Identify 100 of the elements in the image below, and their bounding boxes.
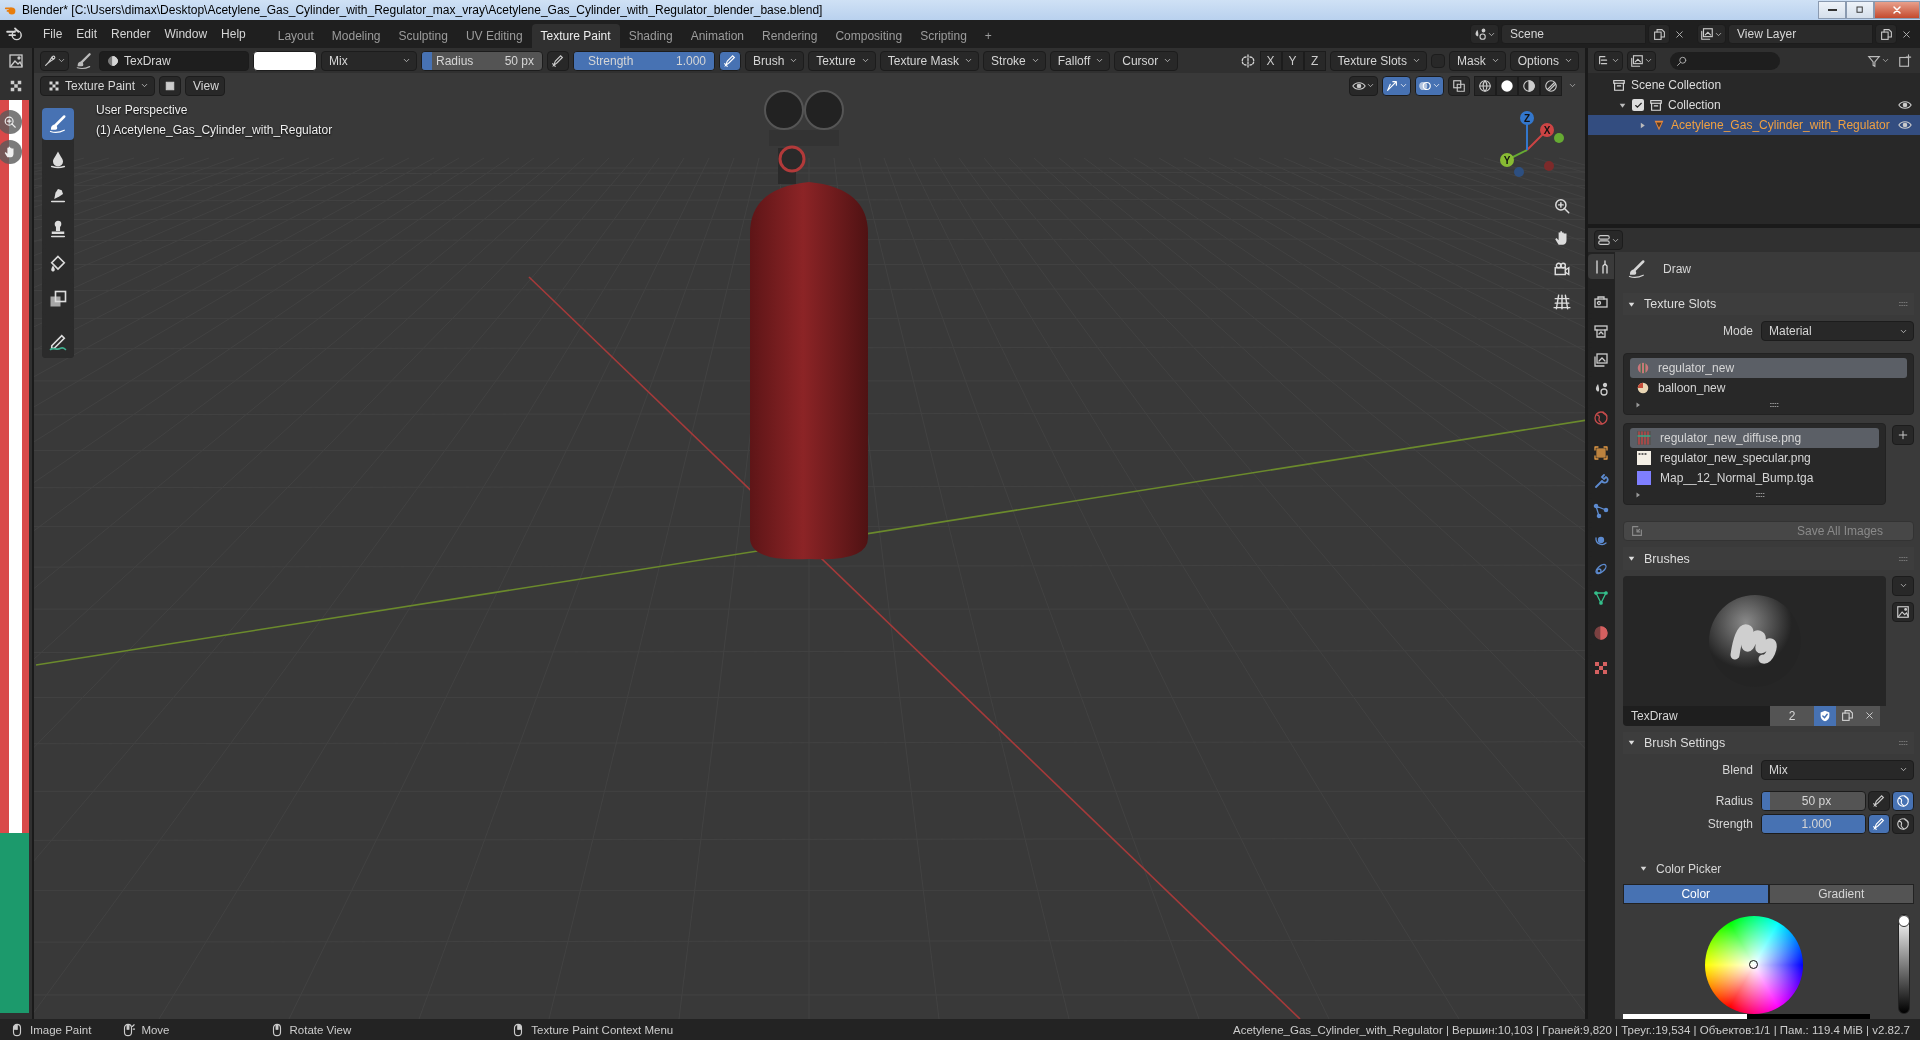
menu-item[interactable]: Edit [69, 23, 105, 45]
shading-button[interactable] [1540, 75, 1562, 96]
workspace-tab[interactable]: Rendering [753, 24, 827, 48]
workspace-tab[interactable]: Shading [619, 24, 682, 48]
list-item[interactable]: regulator_new_specular.png [1630, 448, 1879, 469]
pressure-toggle[interactable] [1868, 790, 1890, 811]
view-layer-selector[interactable] [1697, 24, 1726, 44]
images-icon [1700, 27, 1714, 41]
brush-name-field[interactable]: TexDraw [99, 50, 249, 71]
visibility-button[interactable] [1349, 75, 1378, 96]
xray-button[interactable] [1448, 75, 1470, 96]
caret-icon [140, 81, 150, 90]
outliner-item[interactable]: Scene Collection [1588, 75, 1920, 95]
workspace-tab[interactable]: Scripting [911, 24, 976, 48]
overlay-button[interactable] [1415, 75, 1444, 96]
axis-toggle[interactable]: X [1259, 50, 1282, 71]
color-swatch[interactable] [253, 50, 317, 71]
unified-toggle[interactable] [1892, 790, 1914, 811]
filter-selector[interactable] [1627, 50, 1656, 71]
hand-icon [3, 145, 17, 159]
duplicate-button[interactable] [1836, 705, 1858, 726]
workspace-tab[interactable]: Animation [681, 24, 754, 48]
color-mode-tab[interactable]: Color [1623, 883, 1769, 904]
menu-dropdown[interactable]: Options [1509, 50, 1579, 71]
brush-name-field[interactable]: TexDraw [1623, 705, 1770, 726]
menu-dropdown[interactable]: Mask [1448, 50, 1506, 71]
add-button[interactable] [1892, 425, 1914, 446]
outliner-item[interactable]: Collection [1588, 95, 1920, 115]
menu-item[interactable]: Render [104, 23, 158, 45]
list-item[interactable]: balloon_new [1630, 378, 1907, 399]
custom-icon-button[interactable] [1892, 601, 1914, 622]
material-sphere-icon [1636, 381, 1650, 396]
blend-dropdown[interactable]: Mix [321, 50, 417, 71]
list-item[interactable]: Map__12_Normal_Bump.tga [1630, 468, 1879, 489]
editor-type-selector[interactable] [1594, 230, 1623, 250]
color-swatch[interactable] [1623, 1013, 1747, 1019]
menu-item[interactable]: Help [214, 23, 253, 45]
workspace-tab[interactable]: Compositing [826, 24, 912, 48]
pressure-toggle[interactable] [547, 50, 569, 71]
shading-button[interactable] [1496, 75, 1518, 96]
toggle-button[interactable] [159, 75, 182, 96]
view-menu[interactable]: View [185, 75, 225, 96]
menu-dropdown[interactable]: Texture Mask [879, 50, 980, 71]
view-layer-field[interactable]: View Layer [1728, 24, 1873, 44]
gizmo-button[interactable] [1382, 75, 1411, 96]
collection-icon [1649, 98, 1663, 112]
texture-slots-dropdown[interactable]: Texture Slots [1329, 50, 1427, 71]
maximize-button[interactable] [1846, 1, 1874, 19]
mode-dropdown[interactable]: Material [1761, 321, 1914, 342]
pan-button[interactable] [0, 140, 22, 164]
menu-item[interactable]: File [36, 23, 70, 45]
list-item[interactable]: regulator_new [1630, 358, 1907, 379]
pressure-toggle[interactable] [1868, 813, 1890, 834]
workspace-tab[interactable]: Layout [268, 24, 323, 48]
menu-dropdown[interactable]: Cursor [1114, 50, 1179, 71]
square-icon [164, 79, 177, 92]
subpanel-header[interactable]: Color Picker [1623, 857, 1914, 880]
search-field[interactable] [1670, 51, 1780, 70]
scene-field[interactable]: Scene [1501, 24, 1646, 44]
list-item[interactable]: regulator_new_diffuse.png [1630, 428, 1879, 449]
outliner-item[interactable]: Acetylene_Gas_Cylinder_with_Regulator [1588, 115, 1920, 135]
minimize-button[interactable] [1818, 1, 1846, 19]
pressure-toggle[interactable] [719, 50, 741, 71]
menu-dropdown[interactable]: Brush [745, 50, 805, 71]
unified-toggle[interactable] [1892, 813, 1914, 834]
value-slider[interactable] [1898, 913, 1910, 1014]
color-swatch[interactable] [1746, 1013, 1870, 1019]
fake-user-toggle[interactable] [1814, 705, 1836, 726]
display-mode-selector[interactable] [1594, 50, 1623, 71]
menu-dropdown[interactable]: Falloff [1049, 50, 1111, 71]
add-workspace-button[interactable]: + [975, 24, 1001, 48]
shading-button[interactable] [1474, 75, 1496, 96]
unlink-button[interactable] [1858, 705, 1880, 726]
slider-thumb[interactable] [1898, 914, 1910, 927]
workspace-tab[interactable]: UV Editing [456, 24, 532, 48]
menu-dropdown[interactable]: Texture [808, 50, 876, 71]
mode-dropdown[interactable]: Texture Paint [40, 75, 156, 96]
scene-selector[interactable] [1470, 24, 1499, 44]
workspace-tab[interactable]: Modeling [322, 24, 390, 48]
navigation-gizmo[interactable]: X Y Z [1489, 110, 1565, 186]
zoom-button[interactable] [0, 110, 22, 134]
shading-button[interactable] [1518, 75, 1540, 96]
editor-type-selector[interactable] [40, 50, 69, 71]
copy-button[interactable] [1648, 24, 1670, 44]
axis-toggle[interactable]: Y [1281, 50, 1304, 71]
new-collection-button[interactable] [1896, 53, 1914, 68]
color-mode-tab[interactable]: Gradient [1768, 883, 1914, 904]
blend-dropdown[interactable]: Mix [1761, 759, 1914, 780]
axis-toggle[interactable]: Z [1303, 50, 1326, 71]
user-count[interactable]: 2 [1770, 705, 1814, 726]
copy-button[interactable] [1875, 24, 1897, 44]
workspace-tab[interactable]: Texture Paint [531, 24, 620, 48]
radius-slider[interactable]: Radius 50 px [421, 50, 543, 71]
properties-tab[interactable] [1588, 254, 1614, 279]
workspace-tab[interactable]: Sculpting [389, 24, 457, 48]
visibility-checkbox[interactable] [1632, 99, 1644, 111]
radius-slider[interactable]: 50 px [1761, 790, 1866, 811]
tool-button[interactable] [42, 108, 74, 140]
menu-dropdown[interactable]: Stroke [983, 50, 1046, 71]
menu-item[interactable]: Window [157, 23, 215, 45]
